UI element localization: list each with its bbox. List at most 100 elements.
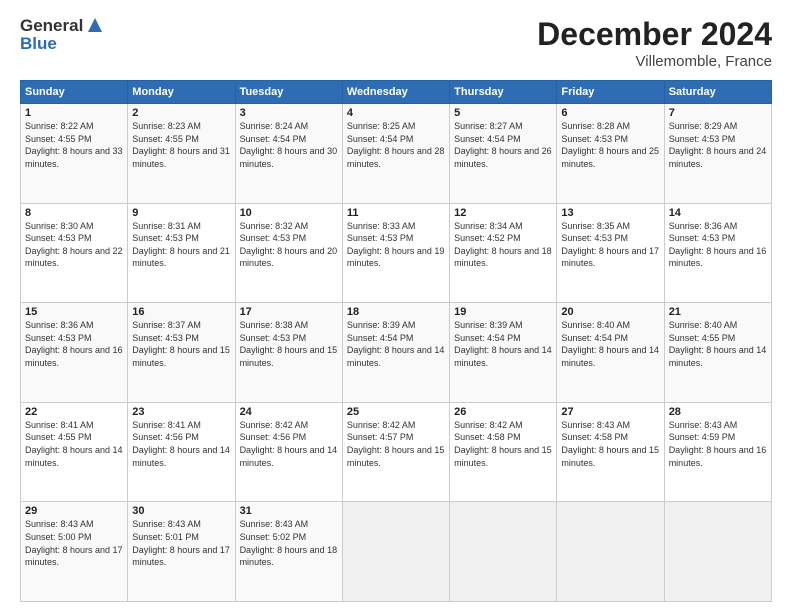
day-of-week-header: Wednesday xyxy=(342,81,449,104)
day-info: Sunrise: 8:35 AMSunset: 4:53 PMDaylight:… xyxy=(561,220,659,270)
day-number: 23 xyxy=(132,406,230,418)
day-info: Sunrise: 8:29 AMSunset: 4:53 PMDaylight:… xyxy=(669,120,767,170)
day-of-week-header: Sunday xyxy=(21,81,128,104)
day-number: 12 xyxy=(454,207,552,219)
calendar-day-cell: 26Sunrise: 8:42 AMSunset: 4:58 PMDayligh… xyxy=(450,402,557,502)
calendar-day-cell: 3Sunrise: 8:24 AMSunset: 4:54 PMDaylight… xyxy=(235,104,342,204)
day-info: Sunrise: 8:41 AMSunset: 4:55 PMDaylight:… xyxy=(25,419,123,469)
calendar-day-cell: 27Sunrise: 8:43 AMSunset: 4:58 PMDayligh… xyxy=(557,402,664,502)
calendar-day-cell: 14Sunrise: 8:36 AMSunset: 4:53 PMDayligh… xyxy=(664,203,771,303)
calendar-day-cell: 2Sunrise: 8:23 AMSunset: 4:55 PMDaylight… xyxy=(128,104,235,204)
day-info: Sunrise: 8:39 AMSunset: 4:54 PMDaylight:… xyxy=(454,319,552,369)
day-number: 13 xyxy=(561,207,659,219)
calendar-day-cell xyxy=(557,502,664,602)
calendar-day-cell: 29Sunrise: 8:43 AMSunset: 5:00 PMDayligh… xyxy=(21,502,128,602)
calendar-day-cell: 10Sunrise: 8:32 AMSunset: 4:53 PMDayligh… xyxy=(235,203,342,303)
day-number: 4 xyxy=(347,107,445,119)
calendar-day-cell: 17Sunrise: 8:38 AMSunset: 4:53 PMDayligh… xyxy=(235,303,342,403)
calendar-day-cell: 15Sunrise: 8:36 AMSunset: 4:53 PMDayligh… xyxy=(21,303,128,403)
day-number: 10 xyxy=(240,207,338,219)
calendar-day-cell: 4Sunrise: 8:25 AMSunset: 4:54 PMDaylight… xyxy=(342,104,449,204)
day-number: 5 xyxy=(454,107,552,119)
day-info: Sunrise: 8:24 AMSunset: 4:54 PMDaylight:… xyxy=(240,120,338,170)
day-info: Sunrise: 8:33 AMSunset: 4:53 PMDaylight:… xyxy=(347,220,445,270)
page: General Blue December 2024 Villemomble, … xyxy=(0,0,792,612)
calendar-day-cell: 9Sunrise: 8:31 AMSunset: 4:53 PMDaylight… xyxy=(128,203,235,303)
day-number: 30 xyxy=(132,505,230,517)
day-number: 3 xyxy=(240,107,338,119)
day-number: 27 xyxy=(561,406,659,418)
day-info: Sunrise: 8:28 AMSunset: 4:53 PMDaylight:… xyxy=(561,120,659,170)
day-info: Sunrise: 8:38 AMSunset: 4:53 PMDaylight:… xyxy=(240,319,338,369)
calendar-day-cell: 28Sunrise: 8:43 AMSunset: 4:59 PMDayligh… xyxy=(664,402,771,502)
day-info: Sunrise: 8:36 AMSunset: 4:53 PMDaylight:… xyxy=(669,220,767,270)
calendar-day-cell: 25Sunrise: 8:42 AMSunset: 4:57 PMDayligh… xyxy=(342,402,449,502)
calendar-header-row: SundayMondayTuesdayWednesdayThursdayFrid… xyxy=(21,81,772,104)
month-title: December 2024 xyxy=(537,16,772,53)
calendar-week-row: 29Sunrise: 8:43 AMSunset: 5:00 PMDayligh… xyxy=(21,502,772,602)
day-of-week-header: Monday xyxy=(128,81,235,104)
day-number: 2 xyxy=(132,107,230,119)
calendar-day-cell: 24Sunrise: 8:42 AMSunset: 4:56 PMDayligh… xyxy=(235,402,342,502)
calendar-week-row: 22Sunrise: 8:41 AMSunset: 4:55 PMDayligh… xyxy=(21,402,772,502)
calendar-day-cell: 11Sunrise: 8:33 AMSunset: 4:53 PMDayligh… xyxy=(342,203,449,303)
day-number: 22 xyxy=(25,406,123,418)
day-number: 24 xyxy=(240,406,338,418)
day-info: Sunrise: 8:30 AMSunset: 4:53 PMDaylight:… xyxy=(25,220,123,270)
calendar-day-cell: 7Sunrise: 8:29 AMSunset: 4:53 PMDaylight… xyxy=(664,104,771,204)
day-number: 15 xyxy=(25,306,123,318)
calendar-week-row: 15Sunrise: 8:36 AMSunset: 4:53 PMDayligh… xyxy=(21,303,772,403)
logo-icon xyxy=(84,14,106,36)
day-number: 11 xyxy=(347,207,445,219)
day-info: Sunrise: 8:40 AMSunset: 4:54 PMDaylight:… xyxy=(561,319,659,369)
calendar-day-cell: 31Sunrise: 8:43 AMSunset: 5:02 PMDayligh… xyxy=(235,502,342,602)
day-info: Sunrise: 8:40 AMSunset: 4:55 PMDaylight:… xyxy=(669,319,767,369)
day-number: 7 xyxy=(669,107,767,119)
day-number: 1 xyxy=(25,107,123,119)
calendar-day-cell xyxy=(450,502,557,602)
day-number: 25 xyxy=(347,406,445,418)
day-number: 20 xyxy=(561,306,659,318)
day-info: Sunrise: 8:22 AMSunset: 4:55 PMDaylight:… xyxy=(25,120,123,170)
day-info: Sunrise: 8:39 AMSunset: 4:54 PMDaylight:… xyxy=(347,319,445,369)
day-info: Sunrise: 8:43 AMSunset: 5:02 PMDaylight:… xyxy=(240,518,338,568)
day-info: Sunrise: 8:34 AMSunset: 4:52 PMDaylight:… xyxy=(454,220,552,270)
day-info: Sunrise: 8:42 AMSunset: 4:57 PMDaylight:… xyxy=(347,419,445,469)
calendar-day-cell: 12Sunrise: 8:34 AMSunset: 4:52 PMDayligh… xyxy=(450,203,557,303)
day-info: Sunrise: 8:43 AMSunset: 4:59 PMDaylight:… xyxy=(669,419,767,469)
day-of-week-header: Tuesday xyxy=(235,81,342,104)
day-info: Sunrise: 8:41 AMSunset: 4:56 PMDaylight:… xyxy=(132,419,230,469)
calendar-day-cell: 21Sunrise: 8:40 AMSunset: 4:55 PMDayligh… xyxy=(664,303,771,403)
day-of-week-header: Friday xyxy=(557,81,664,104)
day-number: 16 xyxy=(132,306,230,318)
day-number: 9 xyxy=(132,207,230,219)
day-number: 28 xyxy=(669,406,767,418)
calendar-day-cell xyxy=(342,502,449,602)
calendar-day-cell: 1Sunrise: 8:22 AMSunset: 4:55 PMDaylight… xyxy=(21,104,128,204)
day-number: 18 xyxy=(347,306,445,318)
calendar-day-cell: 22Sunrise: 8:41 AMSunset: 4:55 PMDayligh… xyxy=(21,402,128,502)
day-info: Sunrise: 8:43 AMSunset: 5:00 PMDaylight:… xyxy=(25,518,123,568)
calendar-day-cell: 13Sunrise: 8:35 AMSunset: 4:53 PMDayligh… xyxy=(557,203,664,303)
day-info: Sunrise: 8:31 AMSunset: 4:53 PMDaylight:… xyxy=(132,220,230,270)
day-number: 6 xyxy=(561,107,659,119)
day-info: Sunrise: 8:25 AMSunset: 4:54 PMDaylight:… xyxy=(347,120,445,170)
day-info: Sunrise: 8:42 AMSunset: 4:58 PMDaylight:… xyxy=(454,419,552,469)
day-of-week-header: Saturday xyxy=(664,81,771,104)
calendar-week-row: 8Sunrise: 8:30 AMSunset: 4:53 PMDaylight… xyxy=(21,203,772,303)
logo-blue-text: Blue xyxy=(20,34,106,54)
day-info: Sunrise: 8:36 AMSunset: 4:53 PMDaylight:… xyxy=(25,319,123,369)
logo-text: General xyxy=(20,16,83,36)
calendar-day-cell: 20Sunrise: 8:40 AMSunset: 4:54 PMDayligh… xyxy=(557,303,664,403)
day-number: 14 xyxy=(669,207,767,219)
day-info: Sunrise: 8:27 AMSunset: 4:54 PMDaylight:… xyxy=(454,120,552,170)
calendar-day-cell: 23Sunrise: 8:41 AMSunset: 4:56 PMDayligh… xyxy=(128,402,235,502)
calendar-day-cell: 8Sunrise: 8:30 AMSunset: 4:53 PMDaylight… xyxy=(21,203,128,303)
logo: General Blue xyxy=(20,16,106,54)
day-number: 8 xyxy=(25,207,123,219)
day-info: Sunrise: 8:23 AMSunset: 4:55 PMDaylight:… xyxy=(132,120,230,170)
calendar: SundayMondayTuesdayWednesdayThursdayFrid… xyxy=(20,80,772,602)
day-info: Sunrise: 8:43 AMSunset: 5:01 PMDaylight:… xyxy=(132,518,230,568)
day-number: 31 xyxy=(240,505,338,517)
calendar-day-cell: 19Sunrise: 8:39 AMSunset: 4:54 PMDayligh… xyxy=(450,303,557,403)
